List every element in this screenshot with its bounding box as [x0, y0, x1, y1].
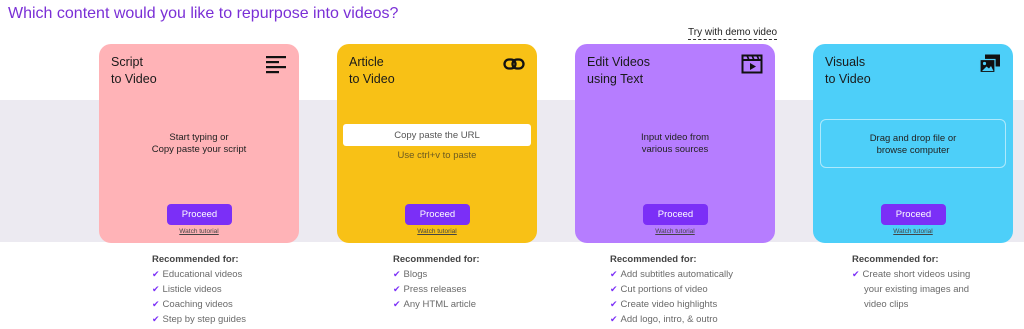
dropzone-text-line2: browse computer: [876, 145, 950, 156]
check-icon: ✔: [852, 269, 860, 279]
list-item-label: Listicle videos: [162, 284, 222, 295]
list-item-label: Educational videos: [162, 269, 243, 280]
check-icon: ✔: [152, 314, 160, 324]
card-article-to-video[interactable]: Article to Video Use ctrl+v to paste Pro…: [337, 44, 537, 243]
check-icon: ✔: [610, 269, 618, 279]
card-script-to-video[interactable]: Script to Video Start typing or Copy pas…: [99, 44, 299, 243]
card-title-line2: to Video: [825, 72, 871, 86]
recommended-title: Recommended for:: [152, 254, 239, 265]
recommended-list-visuals: Recommended for: ✔ Create short videos us…: [852, 252, 970, 312]
card-title: Article to Video: [349, 54, 489, 88]
card-title: Edit Videos using Text: [587, 54, 727, 88]
list-item-continuation: your existing images and: [864, 284, 970, 295]
check-icon: ✔: [152, 299, 160, 309]
list-item: ✔ Step by step guides: [152, 312, 246, 327]
list-item-label: Add subtitles automatically: [620, 269, 734, 280]
list-item-label: Step by step guides: [162, 314, 246, 325]
list-item: ✔ Coaching videos: [152, 297, 246, 312]
list-item-label: Press releases: [403, 284, 467, 295]
list-item: ✔ Press releases: [393, 282, 480, 297]
card-title: Script to Video: [111, 54, 251, 88]
dropzone-text-line1: Drag and drop file or: [869, 133, 957, 144]
card-title-line1: Script: [111, 55, 143, 69]
check-icon: ✔: [152, 269, 160, 279]
page-heading: Which content would you like to repurpos…: [8, 5, 399, 22]
list-item-label: Create video highlights: [620, 299, 718, 310]
card-description: Start typing or Copy paste your script: [99, 132, 299, 156]
proceed-button[interactable]: Proceed: [881, 204, 946, 225]
list-item: ✔ Cut portions of video: [610, 282, 733, 297]
recommended-list-article: Recommended for: ✔ Blogs ✔ Press releases …: [393, 252, 480, 312]
paste-hint: Use ctrl+v to paste: [397, 150, 477, 161]
list-item: ✔ Add subtitles automatically: [610, 267, 733, 282]
dropzone-text: Drag and drop file or browse computer: [821, 133, 1005, 157]
list-item: ✔ Create video highlights: [610, 297, 733, 312]
list-item-label: Any HTML article: [403, 299, 477, 310]
watch-tutorial-link[interactable]: Watch tutorial: [575, 228, 775, 235]
recommended-title: Recommended for:: [852, 254, 939, 265]
card-title-line2: to Video: [111, 72, 157, 86]
card-title-line1: Article: [349, 55, 384, 69]
recommended-list-script: Recommended for: ✔ Educational videos ✔ Li…: [152, 252, 246, 327]
card-title-line1: Edit Videos: [587, 55, 651, 69]
list-item: ✔ Blogs: [393, 267, 480, 282]
proceed-button[interactable]: Proceed: [405, 204, 470, 225]
list-item-label: Blogs: [403, 269, 428, 280]
demo-video-link[interactable]: Try with demo video: [688, 27, 778, 40]
check-icon: ✔: [152, 284, 160, 294]
link-icon: [503, 58, 525, 70]
proceed-button[interactable]: Proceed: [643, 204, 708, 225]
check-icon: ✔: [393, 269, 401, 279]
file-dropzone[interactable]: Drag and drop file or browse computer: [820, 119, 1006, 168]
list-item: ✔ Add logo, intro, & outro: [610, 312, 733, 327]
card-title-line2: to Video: [349, 72, 395, 86]
list-item-continuation: video clips: [864, 299, 909, 310]
list-item-label: Coaching videos: [162, 299, 233, 310]
list-item-label: Cut portions of video: [620, 284, 708, 295]
watch-tutorial-link[interactable]: Watch tutorial: [813, 228, 1013, 235]
card-description-line2: various sources: [641, 144, 709, 155]
card-description: Input video from various sources: [575, 132, 775, 156]
check-icon: ✔: [610, 299, 618, 309]
card-visuals-to-video[interactable]: Visuals to Video Drag and drop file or b…: [813, 44, 1013, 243]
card-title-line1: Visuals: [825, 55, 866, 69]
watch-tutorial-link[interactable]: Watch tutorial: [99, 228, 299, 235]
check-icon: ✔: [393, 299, 401, 309]
recommended-title: Recommended for:: [610, 254, 697, 265]
recommended-title: Recommended for:: [393, 254, 480, 265]
check-icon: ✔: [393, 284, 401, 294]
check-icon: ✔: [610, 314, 618, 324]
list-item: ✔ Any HTML article: [393, 297, 480, 312]
list-item: ✔ Create short videos using: [852, 267, 970, 282]
card-description-line1: Start typing or: [169, 132, 229, 143]
images-icon: [979, 54, 1000, 74]
card-description-line1: Input video from: [640, 132, 710, 143]
proceed-button[interactable]: Proceed: [167, 204, 232, 225]
list-item-label: Create short videos using: [862, 269, 971, 280]
clapperboard-icon: [741, 54, 763, 74]
check-icon: ✔: [610, 284, 618, 294]
list-item: ✔ Educational videos: [152, 267, 246, 282]
list-item: ✔ Listicle videos: [152, 282, 246, 297]
card-title: Visuals to Video: [825, 54, 965, 88]
text-lines-icon: [266, 56, 286, 74]
card-description-line2: Copy paste your script: [151, 144, 247, 155]
recommended-list-edit-videos: Recommended for: ✔ Add subtitles automati…: [610, 252, 733, 327]
watch-tutorial-link[interactable]: Watch tutorial: [337, 228, 537, 235]
url-input[interactable]: [343, 124, 531, 146]
card-edit-videos-using-text[interactable]: Edit Videos using Text Input video from …: [575, 44, 775, 243]
list-item-label: Add logo, intro, & outro: [620, 314, 718, 325]
card-title-line2: using Text: [587, 72, 644, 86]
